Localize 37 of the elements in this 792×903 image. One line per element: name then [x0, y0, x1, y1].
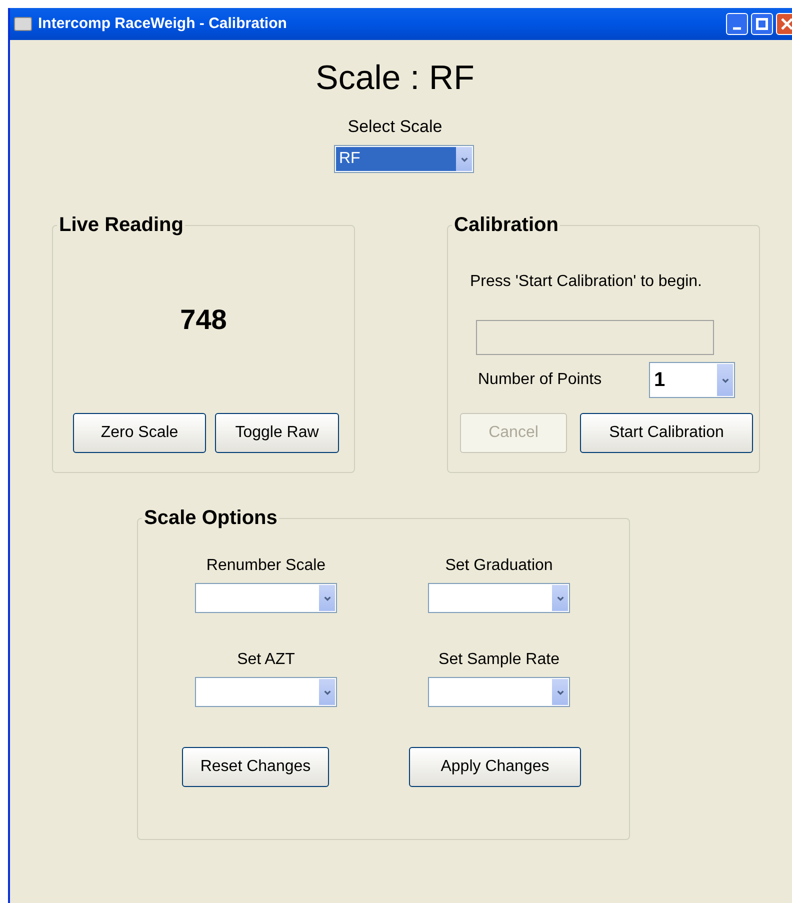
- close-button[interactable]: [776, 13, 792, 35]
- page-heading: Scale : RF: [316, 58, 474, 98]
- chevron-down-icon: [556, 688, 564, 696]
- maximize-button[interactable]: [751, 13, 773, 35]
- chevron-down-icon: [720, 376, 730, 384]
- app-icon: [14, 17, 32, 31]
- chevron-down-icon: [556, 594, 564, 602]
- dropdown[interactable]: RF: [334, 145, 474, 173]
- chevron-down-icon: [322, 594, 332, 602]
- instruction-text: Press 'Start Calibration' to begin.: [470, 272, 703, 292]
- group-title: Live Reading: [58, 213, 184, 237]
- push-button[interactable]: Reset Changes: [182, 747, 329, 787]
- chevron-down-icon: [322, 688, 332, 696]
- chevron-down-icon: [460, 154, 468, 164]
- maximize-icon: [756, 18, 768, 30]
- field-label: Set AZT: [237, 650, 295, 670]
- field-label: Select Scale: [348, 117, 442, 137]
- dropdown[interactable]: [428, 677, 570, 707]
- dropdown[interactable]: [428, 583, 570, 613]
- field-label: Set Sample Rate: [438, 650, 560, 670]
- dropdown[interactable]: 1: [649, 362, 735, 398]
- push-button[interactable]: Start Calibration: [580, 413, 753, 453]
- minimize-icon: [733, 26, 741, 30]
- group-title: Scale Options: [143, 506, 278, 530]
- field-label: Set Graduation: [445, 556, 553, 576]
- field-label: Renumber Scale: [206, 556, 326, 576]
- push-button[interactable]: Apply Changes: [409, 747, 581, 787]
- dropdown[interactable]: [195, 583, 337, 613]
- dropdown[interactable]: [195, 677, 337, 707]
- field-label: Number of Points: [478, 370, 602, 390]
- push-button[interactable]: Zero Scale: [73, 413, 206, 453]
- group-title: Calibration: [453, 213, 560, 237]
- window-title: Intercomp RaceWeigh - Calibration: [38, 14, 288, 34]
- minimize-button[interactable]: [726, 13, 748, 35]
- reading-value: 748: [180, 303, 227, 337]
- close-icon: [781, 18, 792, 30]
- push-button[interactable]: Toggle Raw: [215, 413, 339, 453]
